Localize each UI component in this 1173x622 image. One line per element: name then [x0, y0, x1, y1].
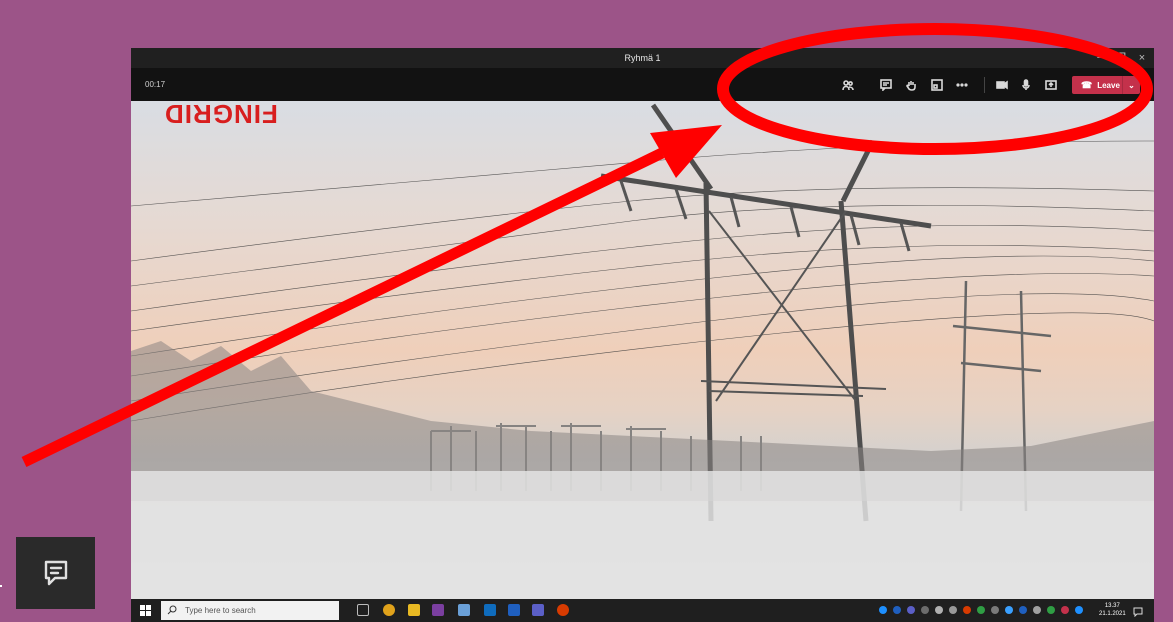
tray-app-icon[interactable]	[1047, 606, 1055, 614]
windows-start-icon[interactable]	[140, 605, 151, 616]
leave-button[interactable]: ☎ Leave ⌄	[1072, 76, 1140, 94]
hang-up-icon: ☎	[1081, 79, 1093, 90]
meeting-toolbar: 00:17 ☎ Leave ⌄	[131, 68, 1154, 101]
tray-app-icon[interactable]	[1033, 606, 1041, 614]
tray-app-icon[interactable]	[991, 606, 999, 614]
shared-video-feed: FINGRID	[131, 101, 1154, 599]
tray-app-icon[interactable]	[1019, 606, 1027, 614]
tray-app-icon[interactable]	[879, 606, 887, 614]
clock-time: 13.37	[1104, 603, 1120, 609]
power-line-scene	[131, 103, 1154, 599]
people-icon[interactable]	[839, 76, 857, 94]
tray-app-icon[interactable]	[921, 606, 929, 614]
window-titlebar: Ryhmä 1 − ❐ ×	[131, 48, 1154, 68]
tray-volume-icon[interactable]	[949, 606, 957, 614]
chevron-down-icon[interactable]: ⌄	[1122, 76, 1140, 94]
chat-icon[interactable]	[877, 76, 895, 94]
taskbar-clock[interactable]: 13.37 21.1.2021	[1099, 602, 1126, 618]
leave-label: Leave	[1097, 80, 1120, 90]
breakout-rooms-icon[interactable]	[928, 76, 946, 94]
tray-app-icon[interactable]	[1005, 606, 1013, 614]
onenote-icon[interactable]	[432, 604, 444, 616]
outlook-icon[interactable]	[484, 604, 496, 616]
windows-taskbar: Type here to search 13.37 21.1.2021	[131, 599, 1154, 622]
tray-app-icon[interactable]	[977, 606, 985, 614]
notification-center-icon[interactable]	[1133, 604, 1143, 618]
chat-icon[interactable]	[16, 537, 95, 609]
share-screen-icon[interactable]	[1042, 76, 1060, 94]
decorative-dot	[0, 585, 2, 587]
teams-icon[interactable]	[532, 604, 544, 616]
raise-hand-icon[interactable]	[902, 76, 920, 94]
more-options-icon[interactable]	[953, 76, 971, 94]
tray-app-icon[interactable]	[893, 606, 901, 614]
search-placeholder: Type here to search	[185, 606, 256, 615]
microphone-icon[interactable]	[1017, 76, 1035, 94]
close-button[interactable]: ×	[1132, 50, 1152, 66]
tray-app-icon[interactable]	[963, 606, 971, 614]
clock-date: 21.1.2021	[1099, 611, 1126, 617]
m-app-icon[interactable]	[508, 604, 520, 616]
tray-teams-icon[interactable]	[907, 606, 915, 614]
task-view-icon[interactable]	[357, 604, 369, 616]
search-icon	[167, 605, 179, 617]
chrome-icon[interactable]	[383, 604, 395, 616]
minimize-button[interactable]: −	[1090, 50, 1110, 66]
meeting-timer: 00:17	[145, 80, 166, 89]
file-explorer-icon[interactable]	[408, 604, 420, 616]
camera-icon[interactable]	[993, 76, 1011, 94]
maximize-button[interactable]: ❐	[1111, 50, 1131, 66]
taskbar-search[interactable]: Type here to search	[161, 601, 339, 620]
todo-icon[interactable]	[458, 604, 470, 616]
tray-network-icon[interactable]	[935, 606, 943, 614]
teams-meeting-window: Ryhmä 1 − ❐ × 00:17 ☎ Leave ⌄ FINGRID Ty…	[131, 48, 1154, 622]
powerpoint-icon[interactable]	[557, 604, 569, 616]
tray-app-icon[interactable]	[1075, 606, 1083, 614]
window-title: Ryhmä 1	[624, 53, 661, 63]
tray-app-icon[interactable]	[1061, 606, 1069, 614]
toolbar-separator	[984, 77, 985, 93]
